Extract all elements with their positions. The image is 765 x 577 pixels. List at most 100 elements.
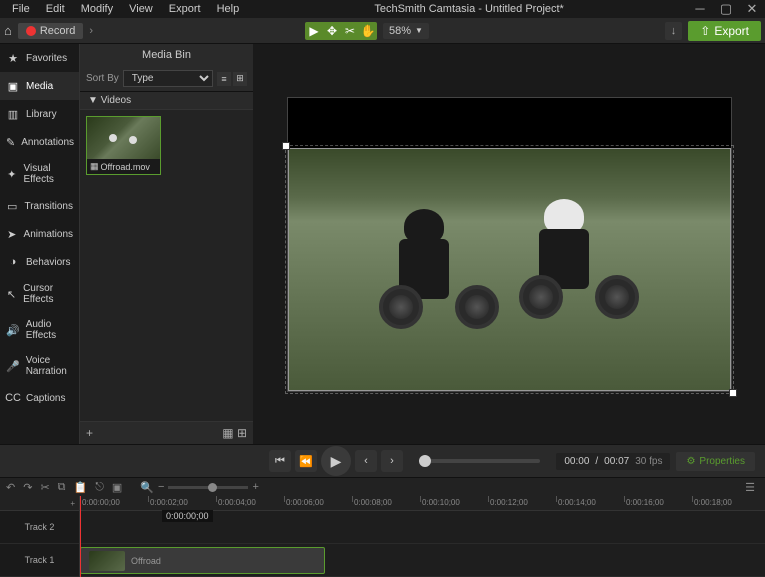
timeline-options[interactable]: ☰: [745, 481, 755, 494]
export-icon: ⇧: [700, 24, 710, 38]
sidebar-item-transitions[interactable]: ▭Transitions: [0, 192, 79, 220]
track-1[interactable]: Offroad: [80, 544, 765, 577]
section-label: Videos: [101, 95, 131, 106]
video-content: [389, 209, 459, 339]
tl-tool[interactable]: ▣: [112, 481, 122, 494]
cut-button[interactable]: ✂: [40, 481, 49, 494]
menu-export[interactable]: Export: [161, 1, 209, 17]
video-frame[interactable]: [288, 148, 731, 391]
zoom-level[interactable]: 58% ▼: [383, 23, 429, 39]
menu-modify[interactable]: Modify: [73, 1, 121, 17]
play-button[interactable]: ▶: [321, 446, 351, 476]
sort-dropdown[interactable]: Type: [123, 70, 213, 87]
sidebar-item-audio-effects[interactable]: 🔊Audio Effects: [0, 312, 79, 348]
sidebar-item-captions[interactable]: CCCaptions: [0, 384, 79, 412]
time-display: 00:00 / 00:07 30 fps: [556, 453, 670, 470]
zoom-slider[interactable]: [168, 486, 248, 489]
media-section-videos[interactable]: ▼ Videos: [80, 92, 253, 110]
export-button[interactable]: ⇧ Export: [688, 21, 761, 41]
sidebar-label: Library: [26, 109, 57, 120]
add-media-button[interactable]: +: [86, 426, 93, 440]
sidebar-item-voice-narration[interactable]: 🎤 Voice Narration: [0, 348, 79, 384]
track-1-label[interactable]: Track 1: [0, 544, 79, 577]
record-icon: [26, 26, 36, 36]
sidebar-label: Animations: [24, 229, 73, 240]
preview-canvas[interactable]: [287, 97, 732, 392]
tool-select[interactable]: ▶: [305, 22, 323, 40]
media-options-button[interactable]: ▦ ⊞: [222, 426, 247, 440]
zoom-plus[interactable]: +: [252, 481, 258, 493]
cc-icon: CC: [6, 391, 20, 405]
menu-edit[interactable]: Edit: [38, 1, 73, 17]
animations-icon: ➤: [6, 227, 18, 241]
download-button[interactable]: ↓: [665, 22, 683, 40]
clip-thumbnail: [87, 117, 160, 159]
tool-crop[interactable]: ✂: [341, 22, 359, 40]
playhead[interactable]: [80, 496, 81, 577]
sidebar-item-annotations[interactable]: ✎Annotations: [0, 128, 79, 156]
redo-button[interactable]: ↷: [23, 481, 32, 494]
step-back-button[interactable]: ⏪: [295, 450, 317, 472]
next-frame-button[interactable]: ›: [381, 450, 403, 472]
properties-button[interactable]: ⚙Properties: [676, 452, 755, 471]
zoom-out-button[interactable]: 🔍: [140, 481, 154, 494]
timeline-clip-offroad[interactable]: Offroad: [80, 547, 325, 574]
zoom-minus[interactable]: −: [158, 481, 164, 493]
total-time: 00:07: [604, 456, 629, 467]
track-2-label[interactable]: Track 2: [0, 511, 79, 544]
menu-file[interactable]: File: [4, 1, 38, 17]
media-panel: Media Bin Sort By Type ≡ ⊞ ▼ Videos ▦Off…: [80, 44, 253, 444]
sidebar-label: Voice Narration: [26, 355, 73, 377]
film-icon: ▦: [90, 161, 99, 172]
sidebar-item-library[interactable]: ▥ Library: [0, 100, 79, 128]
sidebar-item-visual-effects[interactable]: ✦Visual Effects: [0, 156, 79, 192]
copy-button[interactable]: ⧉: [58, 481, 66, 494]
add-track-button[interactable]: +: [0, 496, 79, 511]
tool-hand[interactable]: ✋: [359, 22, 377, 40]
undo-button[interactable]: ↶: [6, 481, 15, 494]
sidebar-label: Cursor Effects: [23, 283, 73, 305]
sort-label: Sort By: [86, 73, 119, 84]
timeline-ruler[interactable]: 0:00:00;000:00:02;000:00:04;000:00:06;00…: [80, 496, 765, 511]
sidebar-item-favorites[interactable]: ★Favorites: [0, 44, 79, 72]
audio-icon: 🔊: [6, 323, 20, 337]
paste-button[interactable]: 📋: [74, 481, 88, 494]
view-grid-button[interactable]: ⊞: [233, 72, 247, 86]
menu-view[interactable]: View: [121, 1, 161, 17]
record-button[interactable]: Record: [18, 23, 83, 39]
cursor-icon: ↖: [6, 287, 17, 301]
media-clip-offroad[interactable]: ▦Offroad.mov: [86, 116, 161, 175]
sidebar-item-media[interactable]: ▣ Media: [0, 72, 79, 100]
video-content: [529, 199, 599, 329]
sidebar-label: Behaviors: [26, 257, 70, 268]
mic-icon: 🎤: [6, 359, 20, 373]
scrub-handle[interactable]: [419, 455, 431, 467]
sidebar-label: Media: [26, 81, 53, 92]
media-icon: ▣: [6, 79, 20, 93]
view-list-button[interactable]: ≡: [217, 72, 231, 86]
split-button[interactable]: ⎋: [95, 481, 104, 494]
selection-handles[interactable]: [285, 145, 734, 394]
timecode-display: 0:00:00;00: [162, 510, 213, 522]
home-icon[interactable]: ⌂: [4, 23, 12, 38]
menu-help[interactable]: Help: [209, 1, 248, 17]
sidebar-item-behaviors[interactable]: ◑Behaviors: [0, 248, 79, 276]
tool-pan[interactable]: ✥: [323, 22, 341, 40]
annotations-icon: ✎: [6, 135, 15, 149]
zoom-dropdown-icon: ▼: [415, 26, 423, 35]
window-title: TechSmith Camtasia - Untitled Project*: [247, 3, 691, 15]
close-button[interactable]: ✕: [743, 1, 761, 17]
sidebar-label: Favorites: [26, 53, 67, 64]
library-icon: ▥: [6, 107, 20, 121]
clip-label: Offroad: [131, 556, 161, 566]
sidebar-item-animations[interactable]: ➤ Animations: [0, 220, 79, 248]
step-forward-button[interactable]: ‹: [355, 450, 377, 472]
maximize-button[interactable]: ▢: [717, 1, 735, 17]
record-dropdown[interactable]: ›: [89, 25, 93, 37]
minimize-button[interactable]: ─: [691, 1, 709, 17]
sidebar-item-cursor-effects[interactable]: ↖ Cursor Effects: [0, 276, 79, 312]
prev-frame-button[interactable]: ⏮: [269, 450, 291, 472]
export-label: Export: [714, 24, 749, 38]
scrub-bar[interactable]: [419, 459, 540, 463]
canvas-area: [253, 44, 765, 444]
